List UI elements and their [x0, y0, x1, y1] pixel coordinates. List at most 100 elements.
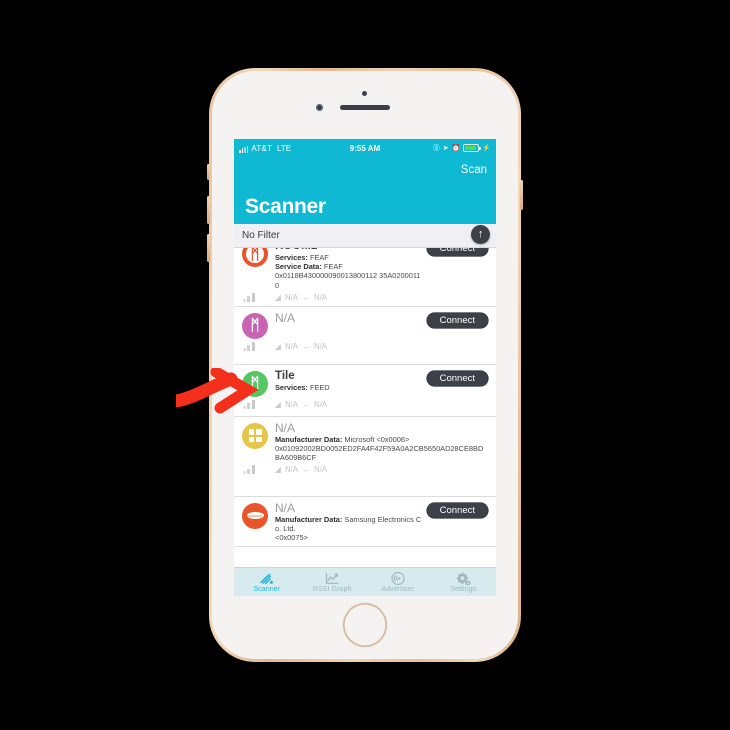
volume-up-button[interactable]	[207, 196, 210, 224]
tab-label: RSSI Graph	[312, 585, 352, 593]
bluetooth-icon: ᛗ	[250, 375, 260, 393]
microsoft-grid-icon	[248, 429, 262, 443]
device-detail-line: Manufacturer Data: Microsoft <0x0006>	[275, 435, 488, 444]
device-row[interactable]: SAMSUNG N/A Manufacturer Data: Samsung Ele…	[234, 496, 496, 548]
device-name: N/A	[275, 310, 296, 325]
device-info: N/A	[268, 310, 423, 325]
interval-value: N/A	[313, 341, 327, 351]
device-row-footer: ◢ N/A ↔ N/A	[242, 341, 488, 351]
device-row-main: SAMSUNG N/A Manufacturer Data: Samsung Ele…	[242, 500, 488, 543]
device-stats: ◢ N/A ↔ N/A	[275, 400, 327, 409]
signal-strength-icon: ◢	[274, 399, 281, 409]
detail-label: Manufacturer Data:	[275, 434, 345, 444]
tab-label: Scanner	[253, 585, 281, 593]
tab-advertiser[interactable]: Advertiser	[365, 568, 431, 596]
power-button[interactable]	[520, 180, 523, 210]
detail-value: Microsoft <0x0006>	[344, 434, 410, 444]
device-stats: ◢ N/A ↔ N/A	[275, 465, 327, 474]
volume-down-button[interactable]	[207, 234, 210, 262]
rssi-value: N/A	[284, 292, 298, 302]
broadcast-icon	[391, 571, 405, 585]
signal-strength-icon: ◢	[274, 292, 281, 302]
device-detail-line: Services: FEAF	[275, 253, 423, 262]
device-row-main: ᛗ ROOM1Services: FEAFService Data: FEAF0x…	[242, 248, 488, 290]
line-chart-icon	[325, 572, 339, 585]
bluetooth-avatar: ᛗ	[242, 312, 268, 339]
device-row-main: ᛗ N/A Connect	[242, 310, 488, 339]
device-row[interactable]: N/A Manufacturer Data: Microsoft <0x0006>…	[234, 416, 496, 497]
connect-button[interactable]: Connect	[426, 312, 488, 328]
signal-bars-icon	[243, 292, 255, 302]
home-button[interactable]	[343, 603, 387, 647]
signal-strength-icon: ◢	[274, 465, 281, 475]
device-info: ROOM1Services: FEAFService Data: FEAF0x0…	[268, 248, 423, 290]
device-detail-line: <0x0075>	[275, 533, 423, 542]
device-stats: ◢ N/A ↔ N/A	[275, 293, 327, 302]
bolt-icon: ⚡	[482, 145, 491, 152]
device-info: Tile Services: FEED	[268, 370, 423, 392]
filter-bar[interactable]: No Filter ↑	[234, 224, 496, 248]
detail-label: Service Data:	[275, 262, 324, 272]
signal-bars-icon	[243, 341, 255, 351]
device-info: N/A Manufacturer Data: Samsung Electronic…	[268, 500, 423, 543]
arrow-up-icon[interactable]: ↑	[471, 225, 490, 244]
rssi-value: N/A	[284, 399, 298, 409]
detail-label: Services:	[275, 382, 310, 392]
device-name: N/A	[275, 500, 296, 515]
connect-button[interactable]: Connect	[426, 370, 488, 386]
phone-screen: AT&T LTE 9:55 AM Ⓢ ➤ ⏰ ⚡ Scan Scanner No…	[234, 139, 496, 596]
tab-scanner[interactable]: Scanner	[234, 568, 300, 596]
detail-value: FEAF	[323, 262, 343, 272]
samsung-wordmark: SAMSUNG	[246, 512, 264, 520]
samsung-logo-icon: SAMSUNG	[242, 502, 268, 529]
signal-bars-icon	[243, 465, 255, 475]
device-row-footer: ◢ N/A ↔ N/A	[242, 465, 488, 475]
tab-label: Advertiser	[381, 585, 414, 593]
detail-value: FEED	[309, 382, 330, 392]
connect-button[interactable]: Connect	[426, 502, 488, 518]
scan-button[interactable]: Scan	[461, 164, 487, 176]
interval-icon: ↔	[301, 399, 310, 409]
device-row[interactable]: ᛗ ROOM1Services: FEAFService Data: FEAF0x…	[234, 248, 496, 307]
bluetooth-ring-avatar: ᛗ	[242, 248, 268, 267]
connect-button[interactable]: Connect	[426, 248, 488, 256]
device-row[interactable]: ᛗ Tile Services: FEED Connect ◢ N/A ↔ N/A	[234, 364, 496, 417]
interval-icon: ↔	[301, 465, 310, 475]
detail-value: 0x0118B430000090013800112 35A02000110	[275, 271, 421, 290]
detail-value: <0x0075>	[275, 533, 308, 543]
device-list[interactable]: ᛗ ROOM1Services: FEAFService Data: FEAF0x…	[234, 248, 496, 569]
device-row-footer: ◢ N/A ↔ N/A	[242, 399, 488, 409]
earpiece-speaker	[340, 105, 390, 110]
device-detail-line: Service Data: FEAF	[275, 262, 423, 271]
signal-bars-icon	[243, 399, 255, 409]
device-row-main: N/A Manufacturer Data: Microsoft <0x0006>…	[242, 420, 488, 463]
navigation-bar: Scan Scanner	[234, 157, 496, 224]
status-bar: AT&T LTE 9:55 AM Ⓢ ➤ ⏰ ⚡	[234, 139, 496, 157]
tab-rssi-graph[interactable]: RSSI Graph	[300, 568, 366, 596]
device-detail-line: Manufacturer Data: Samsung Electronics C…	[275, 515, 423, 533]
interval-icon: ↔	[301, 292, 310, 302]
device-name: N/A	[275, 420, 296, 435]
tab-bar: Scanner RSSI Graph Advertiser Settings	[234, 567, 496, 596]
microsoft-logo-icon	[242, 422, 268, 449]
device-detail-line: 0x0118B430000090013800112 35A02000110	[275, 271, 423, 289]
device-row-footer: ◢ N/A ↔ N/A	[242, 292, 488, 302]
device-detail-line: 0x01092002BD0052ED2FA4F42F59A0A2CB5650AD…	[275, 444, 488, 462]
silent-switch[interactable]	[207, 164, 210, 180]
rssi-value: N/A	[284, 341, 298, 351]
detail-label: Manufacturer Data:	[275, 514, 345, 524]
rssi-value: N/A	[284, 465, 298, 475]
device-row-main: ᛗ Tile Services: FEED Connect	[242, 370, 488, 397]
interval-value: N/A	[313, 465, 327, 475]
detail-value: 0x01092002BD0052ED2FA4F42F59A0A2CB5650AD…	[275, 444, 484, 463]
interval-value: N/A	[313, 292, 327, 302]
device-row[interactable]: ᛗ N/A Connect ◢ N/A ↔ N/A	[234, 306, 496, 365]
signal-strength-icon: ◢	[274, 341, 281, 351]
gear-icon	[456, 572, 471, 585]
iphone-device-frame: AT&T LTE 9:55 AM Ⓢ ➤ ⏰ ⚡ Scan Scanner No…	[207, 68, 523, 662]
front-camera-icon	[316, 104, 323, 111]
at-icon: Ⓢ	[432, 144, 440, 152]
tab-settings[interactable]: Settings	[431, 568, 497, 596]
interval-icon: ↔	[301, 341, 310, 351]
bluetooth-icon: ᛗ	[250, 248, 260, 263]
